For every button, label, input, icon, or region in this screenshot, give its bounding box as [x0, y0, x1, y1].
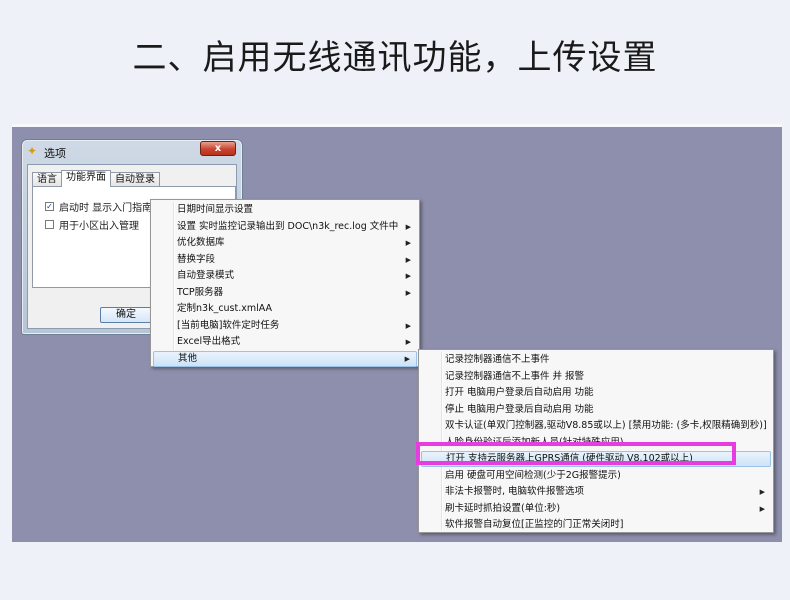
tab-auto-login[interactable]: 自动登录: [110, 172, 160, 187]
dialog-titlebar[interactable]: ✦ 选项 x: [22, 140, 242, 164]
close-button[interactable]: x: [200, 141, 236, 156]
checkbox-show-guide[interactable]: ✓: [45, 202, 54, 211]
menu-item[interactable]: 刷卡延时抓拍设置(单位:秒) ▶: [421, 501, 771, 517]
menu-item-label: 停止 电脑用户登录后自动启用 功能: [445, 403, 594, 415]
menu-item-label: 打开 电脑用户登录后自动启用 功能: [445, 387, 594, 398]
menu-item[interactable]: 双卡认证(单双门控制器,驱动V8.85或以上) [禁用功能: (多卡,权限精确到…: [421, 418, 771, 434]
menu-item-label: 双卡认证(单双门控制器,驱动V8.85或以上) [禁用功能: (多卡,权限精确到…: [445, 420, 767, 431]
submenu-arrow-icon: ▶: [405, 255, 411, 264]
menu-item-label: 其他: [178, 352, 198, 364]
tab-language[interactable]: 语言: [32, 172, 62, 187]
tab-function-ui[interactable]: 功能界面: [61, 170, 111, 187]
menu-item[interactable]: 停止 电脑用户登录后自动启用 功能: [421, 402, 771, 418]
menu-item[interactable]: 设置 实时监控记录输出到 DOC\n3k_rec.log 文件中 ▶: [153, 219, 417, 235]
menu-item-label: 自动登录模式: [177, 270, 235, 281]
menu-item-label: 软件报警自动复位[正监控的门正常关闭时]: [445, 519, 624, 530]
menu-item[interactable]: TCP服务器 ▶: [153, 285, 417, 301]
menu-item[interactable]: 定制n3k_cust.xmlAA: [153, 301, 417, 317]
submenu-arrow-icon: ▶: [405, 338, 411, 346]
submenu-arrow-icon: ▶: [759, 488, 765, 496]
menu-item-label: 记录控制器通信不上事件 并 报警: [445, 370, 585, 382]
menu-item[interactable]: 记录控制器通信不上事件 并 报警: [421, 369, 771, 385]
menu-item[interactable]: Excel导出格式 ▶: [153, 334, 417, 350]
menu-item-label: 替换字段: [177, 253, 216, 265]
menu-item-label: [当前电脑]软件定时任务: [177, 319, 280, 331]
menu-item-label: 记录控制器通信不上事件: [445, 354, 550, 365]
submenu-arrow-icon: ▶: [405, 222, 411, 231]
dialog-title: 选项: [44, 147, 66, 160]
submenu-other: 记录控制器通信不上事件记录控制器通信不上事件 并 报警 打开 电脑用户登录后自动启…: [418, 349, 774, 533]
tab-strip: 语言 功能界面 自动登录: [32, 170, 160, 187]
submenu-arrow-icon: ▶: [405, 239, 411, 247]
menu-item-label: 非法卡报警时, 电脑软件报警选项: [445, 486, 585, 497]
menu-item-label: 优化数据库: [177, 237, 225, 248]
menu-item[interactable]: 软件报警自动复位[正监控的门正常关闭时]: [421, 517, 771, 533]
menu-item-label: TCP服务器: [177, 286, 224, 298]
screenshot-area: ✦ 选项 x 语言 功能界面 自动登录 ✓ 启动时 显示入门指南 用于小区出入管…: [12, 124, 782, 542]
page-title: 二、启用无线通讯功能，上传设置: [132, 38, 658, 78]
submenu-arrow-icon: ▶: [404, 354, 410, 363]
menu-item[interactable]: 打开 电脑用户登录后自动启用 功能: [421, 385, 771, 401]
checkbox-row-show-guide[interactable]: ✓ 启动时 显示入门指南: [45, 199, 152, 214]
menu-item[interactable]: 启用 硬盘可用空间检测(少于2G报警提示): [421, 468, 771, 484]
menu-item[interactable]: 优化数据库 ▶: [153, 235, 417, 251]
context-menu: 日期时间显示设置设置 实时监控记录输出到 DOC\n3k_rec.log 文件中…: [150, 199, 420, 367]
menu-item[interactable]: 记录控制器通信不上事件: [421, 352, 771, 368]
submenu-arrow-icon: ▶: [405, 288, 411, 297]
ok-button[interactable]: 确定: [100, 307, 152, 323]
menu-item-label: 日期时间显示设置: [177, 204, 254, 215]
checkbox-label: 启动时 显示入门指南: [59, 203, 153, 214]
menu-item[interactable]: 替换字段 ▶: [153, 252, 417, 268]
menu-item[interactable]: 非法卡报警时, 电脑软件报警选项 ▶: [421, 484, 771, 500]
checkbox-label: 用于小区出入管理: [59, 221, 139, 232]
menu-item-label: 刷卡延时抓拍设置(单位:秒): [445, 502, 561, 514]
menu-item-label: 设置 实时监控记录输出到 DOC\n3k_rec.log 文件中: [177, 220, 399, 232]
submenu-arrow-icon: ▶: [405, 321, 411, 330]
highlight-frame: [416, 442, 736, 465]
menu-item[interactable]: 日期时间显示设置: [153, 202, 417, 218]
checkbox-community[interactable]: [45, 220, 54, 229]
menu-item-label: 启用 硬盘可用空间检测(少于2G报警提示): [445, 469, 621, 481]
menu-item[interactable]: 其他 ▶: [153, 350, 417, 367]
submenu-arrow-icon: ▶: [759, 504, 765, 513]
checkbox-row-community[interactable]: 用于小区出入管理: [45, 217, 139, 232]
menu-item[interactable]: [当前电脑]软件定时任务 ▶: [153, 318, 417, 334]
wizard-star-icon: ✦: [27, 144, 38, 158]
menu-item[interactable]: 自动登录模式 ▶: [153, 268, 417, 284]
menu-item-label: Excel导出格式: [177, 336, 241, 347]
menu-item-label: 定制n3k_cust.xmlAA: [177, 303, 273, 314]
submenu-arrow-icon: ▶: [405, 272, 411, 280]
